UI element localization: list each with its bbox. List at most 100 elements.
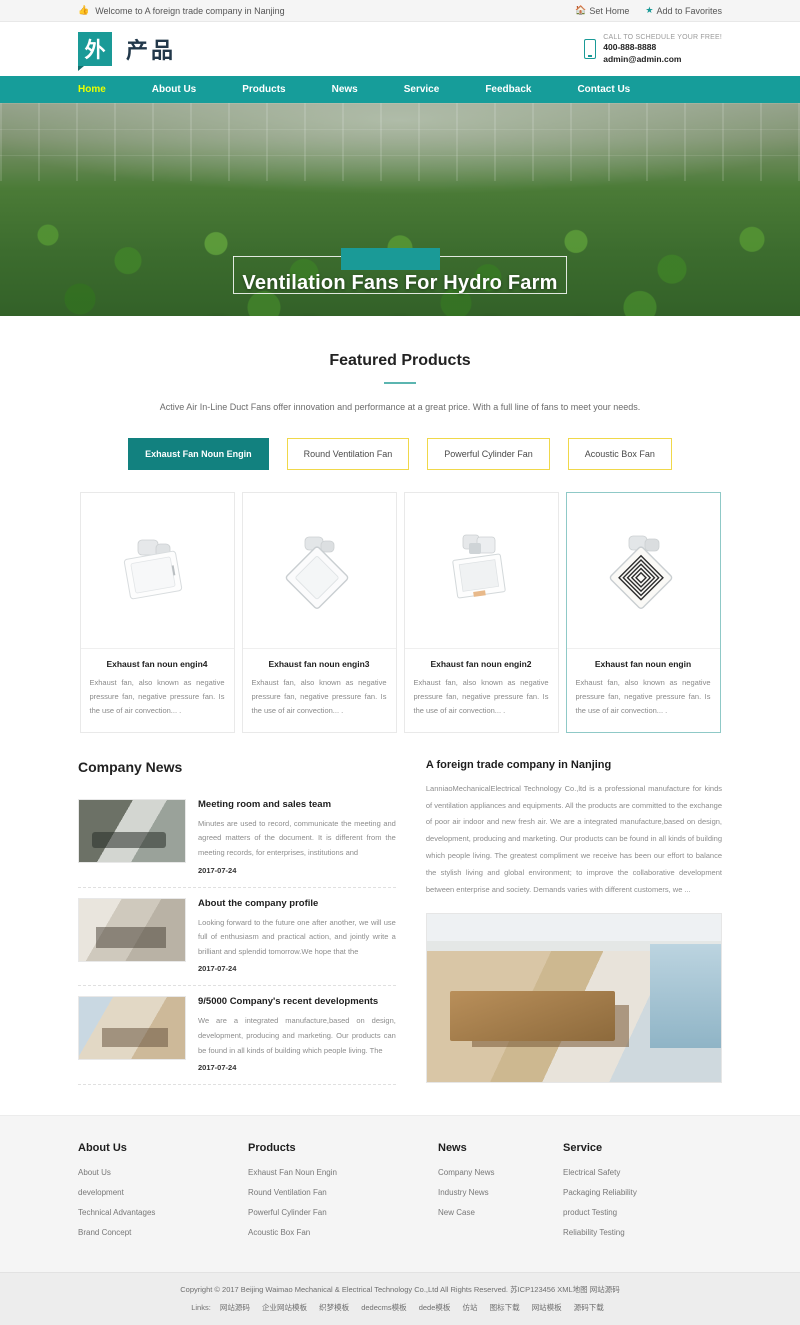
news-list-item[interactable]: Meeting room and sales team Minutes are … bbox=[78, 789, 396, 888]
about-company-column: A foreign trade company in Nanjing Lanni… bbox=[425, 758, 722, 1086]
brand-logo[interactable]: 外 产品 bbox=[78, 32, 176, 71]
friendly-link[interactable]: 图标下载 bbox=[490, 1303, 520, 1312]
friendly-link[interactable]: 源码下载 bbox=[574, 1303, 604, 1312]
footer-link[interactable]: product Testing bbox=[563, 1208, 713, 1217]
nav-item-news[interactable]: News bbox=[332, 84, 382, 95]
news-list-item[interactable]: About the company profile Looking forwar… bbox=[78, 888, 396, 987]
footer-link[interactable]: Brand Concept bbox=[78, 1228, 248, 1237]
friendly-link[interactable]: 网站模板 bbox=[532, 1303, 562, 1312]
footer-link[interactable]: Industry News bbox=[438, 1188, 563, 1197]
news-item-desc: Looking forward to the future one after … bbox=[198, 917, 396, 956]
about-company-text: LanniaoMechanicalElectrical Technology C… bbox=[425, 783, 722, 894]
top-bar: 👍 Welcome to A foreign trade company in … bbox=[0, 0, 800, 22]
footer-link[interactable]: Technical Advantages bbox=[78, 1208, 248, 1217]
tab-acoustic-box-fan[interactable]: Acoustic Box Fan bbox=[567, 438, 672, 470]
set-home-label: Set Home bbox=[589, 5, 630, 16]
welcome-area: 👍 Welcome to A foreign trade company in … bbox=[78, 6, 285, 16]
footer-link[interactable]: About Us bbox=[78, 1168, 248, 1177]
contact-phone: 400-888-8888 bbox=[603, 42, 657, 53]
news-item-desc: Minutes are used to record, communicate … bbox=[198, 818, 396, 857]
footer-column-service: Service Electrical Safety Packaging Reli… bbox=[563, 1142, 713, 1248]
contact-email: admin@admin.com bbox=[603, 53, 682, 64]
nav-item-home[interactable]: Home bbox=[78, 84, 130, 95]
hero-banner: Ventilation Fans For Hydro Farm Mixed-Fl… bbox=[0, 103, 800, 316]
product-card[interactable]: Exhaust fan noun engin3 Exhaust fan, als… bbox=[241, 492, 397, 733]
product-category-tabs: Exhaust Fan Noun Engin Round Ventilation… bbox=[78, 438, 722, 470]
product-card-body: Exhaust fan noun engin3 Exhaust fan, als… bbox=[242, 648, 396, 732]
nav-item-service[interactable]: Service bbox=[404, 84, 464, 95]
news-item-title: 9/5000 Company's recent developments bbox=[198, 996, 379, 1008]
links-label: Links: bbox=[191, 1303, 211, 1313]
product-image bbox=[242, 493, 396, 648]
add-favorites-link[interactable]: ★ Add to Favorites bbox=[645, 6, 722, 16]
copyright-text: Copyright © 2017 Beijing Waimao Mechanic… bbox=[180, 1285, 620, 1295]
news-and-about-section: Company News Meeting room and sales team… bbox=[0, 733, 800, 1116]
main-nav: Home About Us Products News Service Feed… bbox=[0, 76, 800, 103]
news-item-body: About the company profile Looking forwar… bbox=[198, 898, 396, 974]
tab-round-ventilation-fan[interactable]: Round Ventilation Fan bbox=[286, 438, 410, 470]
tab-exhaust-fan-noun-engin[interactable]: Exhaust Fan Noun Engin bbox=[128, 438, 269, 470]
footer-column-title: News bbox=[438, 1142, 467, 1155]
product-card[interactable]: Exhaust fan noun engin4 Exhaust fan, als… bbox=[79, 492, 235, 733]
friendly-link[interactable]: 仿站 bbox=[463, 1303, 478, 1312]
news-thumbnail bbox=[78, 897, 186, 962]
company-news-title: Company News bbox=[78, 758, 183, 775]
product-card[interactable]: Exhaust fan noun engin2 Exhaust fan, als… bbox=[403, 492, 559, 733]
friendly-link[interactable]: dede模板 bbox=[419, 1303, 451, 1312]
footer-link[interactable]: New Case bbox=[438, 1208, 563, 1217]
news-item-title: About the company profile bbox=[198, 897, 319, 909]
set-home-link[interactable]: 🏠 Set Home bbox=[575, 6, 629, 16]
product-title: Exhaust fan noun engin2 bbox=[430, 659, 532, 669]
ceiling-exhaust-fan-icon bbox=[285, 536, 349, 609]
banner-content: Ventilation Fans For Hydro Farm Mixed-Fl… bbox=[0, 103, 800, 316]
header-contact: CALL TO SCHEDULE YOUR FREE! 400-888-8888… bbox=[584, 33, 722, 65]
nav-item-products[interactable]: Products bbox=[242, 84, 309, 95]
news-item-desc: We are a integrated manufacture,based on… bbox=[198, 1016, 396, 1055]
about-company-image bbox=[425, 912, 722, 1083]
friendly-link[interactable]: 织梦模板 bbox=[319, 1303, 349, 1312]
nav-item-feedback[interactable]: Feedback bbox=[485, 84, 555, 95]
featured-subtitle: Active Air In-Line Duct Fans offer innov… bbox=[159, 402, 641, 412]
banner-title: Ventilation Fans For Hydro Farm bbox=[242, 272, 558, 294]
copyright-bar: Copyright © 2017 Beijing Waimao Mechanic… bbox=[0, 1272, 800, 1325]
footer-link[interactable]: Powerful Cylinder Fan bbox=[248, 1208, 438, 1217]
footer-link[interactable]: Electrical Safety bbox=[563, 1168, 713, 1177]
news-list-item[interactable]: 9/5000 Company's recent developments We … bbox=[78, 986, 396, 1086]
friendly-link[interactable]: 网站源码 bbox=[220, 1303, 250, 1312]
star-icon: ★ bbox=[645, 5, 654, 15]
footer-link[interactable]: Exhaust Fan Noun Engin bbox=[248, 1168, 438, 1177]
product-image bbox=[404, 493, 558, 648]
product-title: Exhaust fan noun engin3 bbox=[268, 659, 370, 669]
featured-products-section: Featured Products Active Air In-Line Duc… bbox=[0, 316, 800, 733]
home-icon: 🏠 bbox=[575, 5, 587, 15]
product-description: Exhaust fan, also known as negative pres… bbox=[89, 678, 225, 715]
welcome-text: Welcome to A foreign trade company in Na… bbox=[95, 5, 285, 16]
footer-link[interactable]: Packaging Reliability bbox=[563, 1188, 713, 1197]
product-card-selected[interactable]: Exhaust fan noun engin Exhaust fan, also… bbox=[565, 492, 721, 733]
product-description: Exhaust fan, also known as negative pres… bbox=[251, 678, 387, 715]
about-company-title: A foreign trade company in Nanjing bbox=[425, 758, 612, 771]
footer-link[interactable]: Company News bbox=[438, 1168, 563, 1177]
footer-column-about-us: About Us About Us development Technical … bbox=[78, 1142, 248, 1248]
footer-link[interactable]: development bbox=[78, 1188, 248, 1197]
friendly-link[interactable]: dedecms模板 bbox=[361, 1303, 406, 1312]
banner-frame-top-left bbox=[233, 256, 341, 257]
friendly-link[interactable]: 企业网站模板 bbox=[262, 1303, 307, 1312]
news-item-date: 2017-07-24 bbox=[198, 1063, 237, 1073]
footer-link[interactable]: Round Ventilation Fan bbox=[248, 1188, 438, 1197]
tab-powerful-cylinder-fan[interactable]: Powerful Cylinder Fan bbox=[427, 438, 550, 470]
nav-item-about-us[interactable]: About Us bbox=[152, 84, 220, 95]
footer-link[interactable]: Reliability Testing bbox=[563, 1228, 713, 1237]
footer-link[interactable]: Acoustic Box Fan bbox=[248, 1228, 438, 1237]
banner-frame-top-right bbox=[440, 256, 567, 257]
site-header: 外 产品 CALL TO SCHEDULE YOUR FREE! 400-888… bbox=[0, 22, 800, 76]
footer-column-title: Products bbox=[248, 1142, 296, 1155]
footer-column-title: About Us bbox=[78, 1142, 127, 1155]
contact-details: CALL TO SCHEDULE YOUR FREE! 400-888-8888… bbox=[603, 33, 722, 65]
product-title: Exhaust fan noun engin4 bbox=[106, 659, 208, 669]
mobile-phone-icon bbox=[584, 39, 597, 59]
product-title: Exhaust fan noun engin bbox=[594, 659, 692, 669]
nav-item-contact-us[interactable]: Contact Us bbox=[577, 84, 654, 95]
news-item-date: 2017-07-24 bbox=[198, 865, 237, 875]
footer-column-products: Products Exhaust Fan Noun Engin Round Ve… bbox=[248, 1142, 438, 1248]
